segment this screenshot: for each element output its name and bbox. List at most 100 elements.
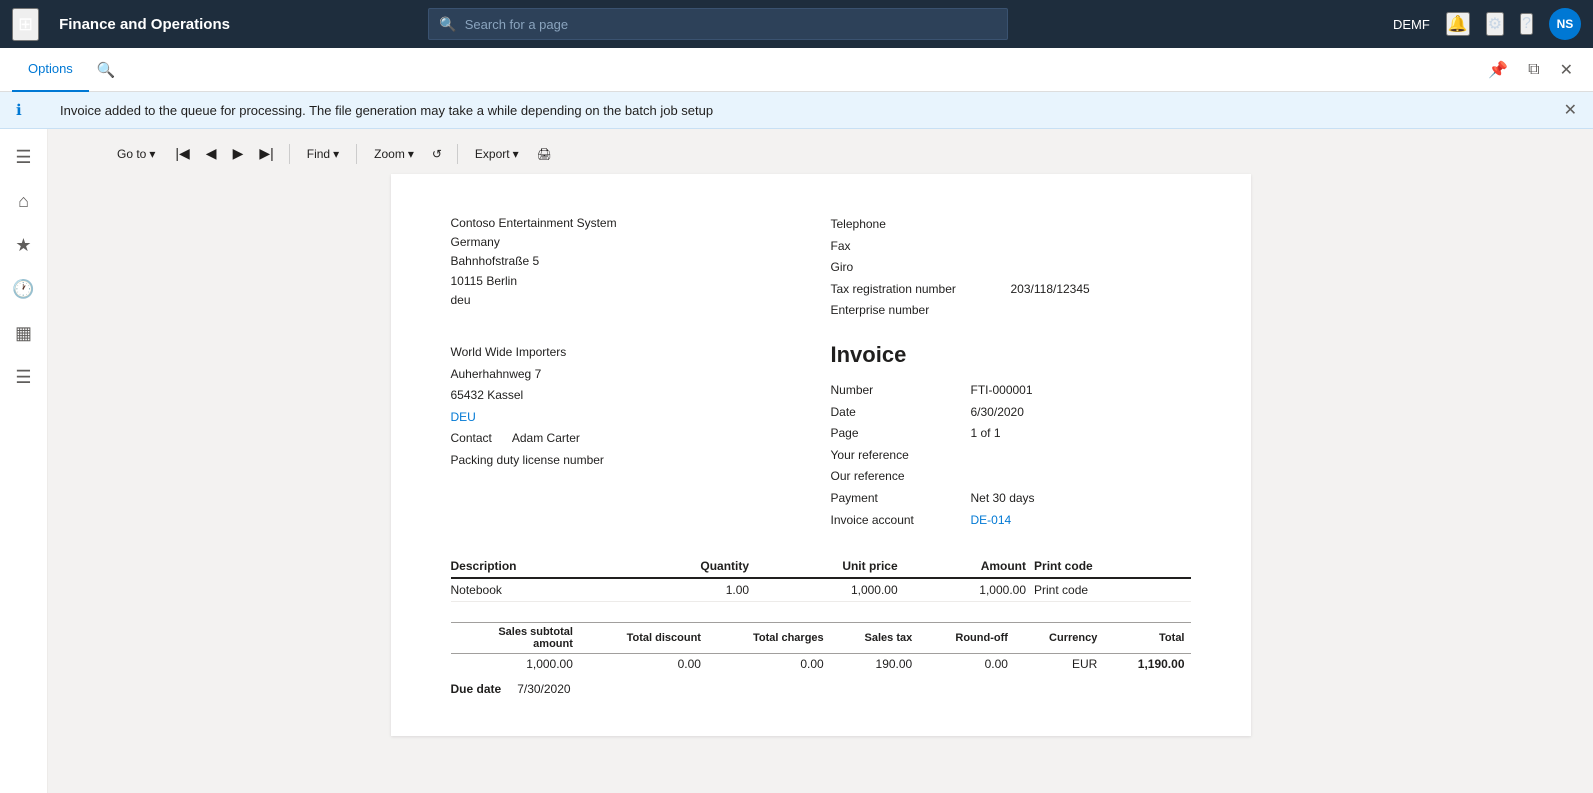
sidebar-modules-icon[interactable]: ☰ [4, 357, 44, 397]
number-value: FTI-000001 [971, 380, 1033, 402]
nav-right: DEMF 🔔 ⚙ ? NS [1393, 8, 1581, 40]
refresh-button[interactable]: ↺ [425, 143, 449, 165]
goto-label: Go to [117, 147, 146, 161]
top-navigation: ⊞ Finance and Operations 🔍 DEMF 🔔 ⚙ ? NS [0, 0, 1593, 48]
col-description: Description [451, 555, 625, 578]
currency-value: EUR [1014, 654, 1103, 675]
invoice-title: Invoice [831, 342, 1191, 368]
discount-value: 0.00 [579, 654, 707, 675]
toolbar-separator-3 [457, 144, 458, 164]
zoom-group: Zoom ▾ ↺ [365, 143, 449, 165]
find-group: Find ▾ [298, 143, 348, 165]
row-unit-price: 1,000.00 [757, 578, 906, 602]
zoom-chevron-icon: ▾ [408, 147, 414, 161]
pin-button[interactable]: 📌 [1480, 56, 1516, 84]
seller-locale: deu [451, 291, 811, 310]
sidebar-favorites-icon[interactable]: ★ [4, 225, 44, 265]
print-button[interactable]: 🖨 [530, 143, 559, 165]
col-unit-price: Unit price [757, 555, 906, 578]
col-print-code: Print code [1034, 555, 1190, 578]
totals-section: Sales subtotal amount Total discount Tot… [451, 622, 1191, 696]
totals-col-discount: Total discount [579, 623, 707, 654]
number-label: Number [831, 380, 971, 402]
col-amount: Amount [906, 555, 1034, 578]
notifications-icon[interactable]: 🔔 [1446, 12, 1470, 36]
banner-close-button[interactable]: ✕ [1564, 100, 1577, 120]
fax-label: Fax [831, 236, 1011, 258]
search-input[interactable] [465, 17, 998, 32]
sidebar-workspaces-icon[interactable]: ▦ [4, 313, 44, 353]
enterprise-label: Enterprise number [831, 300, 1011, 322]
next-page-button[interactable]: ▶ [226, 141, 251, 166]
invoice-title-section: Invoice NumberFTI-000001 Date6/30/2020 P… [831, 342, 1191, 531]
app-grid-icon[interactable]: ⊞ [12, 8, 39, 41]
tax-reg-label: Tax registration number [831, 279, 1011, 301]
invoice-account-label: Invoice account [831, 510, 971, 532]
nav-group: |◀ ◀ ▶ ▶| [168, 141, 280, 166]
row-print-code: Print code [1034, 578, 1190, 602]
amount-header: amount [533, 638, 573, 650]
toolbar-icons: 📌 ⧉ ✕ [1480, 56, 1581, 84]
invoice-table: Description Quantity Unit price Amount P… [451, 555, 1191, 602]
sidebar-home-icon[interactable]: ⌂ [4, 181, 44, 221]
table-row: Notebook 1.00 1,000.00 1,000.00 Print co… [451, 578, 1191, 602]
export-label: Export [475, 147, 510, 161]
sidebar-menu-button[interactable]: ☰ [4, 137, 44, 177]
row-quantity: 1.00 [624, 578, 757, 602]
avatar[interactable]: NS [1549, 8, 1581, 40]
toolbar-separator-1 [289, 144, 290, 164]
contact-label: Contact [451, 428, 492, 450]
customer-section: World Wide Importers Auherhahnweg 7 6543… [451, 342, 1191, 531]
toolbar-separator-2 [356, 144, 357, 164]
find-button[interactable]: Find ▾ [298, 143, 348, 165]
close-button[interactable]: ✕ [1552, 56, 1581, 84]
export-group: Export ▾ 🖨 [466, 143, 559, 165]
last-page-button[interactable]: ▶| [252, 141, 280, 166]
env-label: DEMF [1393, 17, 1430, 32]
totals-col-total: Total [1103, 623, 1190, 654]
round-off-value: 0.00 [918, 654, 1014, 675]
main-layout: ☰ ⌂ ★ 🕐 ▦ ☰ Go to ▾ |◀ ◀ ▶ ▶| [0, 129, 1593, 793]
help-icon[interactable]: ? [1520, 13, 1533, 35]
seller-city: 10115 Berlin [451, 272, 811, 291]
seller-street: Bahnhofstraße 5 [451, 252, 811, 271]
our-ref-label: Our reference [831, 466, 971, 488]
subtotal-value: 1,000.00 [451, 654, 579, 675]
seller-country: Germany [451, 233, 811, 252]
telephone-label: Telephone [831, 214, 1011, 236]
goto-group: Go to ▾ [108, 143, 164, 165]
find-chevron-icon: ▾ [333, 147, 339, 161]
customer-city: 65432 Kassel [451, 385, 811, 407]
tab-options[interactable]: Options [12, 48, 89, 92]
banner-message: Invoice added to the queue for processin… [60, 103, 713, 118]
invoice-meta: NumberFTI-000001 Date6/30/2020 Page1 of … [831, 380, 1191, 531]
first-page-button[interactable]: |◀ [168, 141, 196, 166]
goto-button[interactable]: Go to ▾ [108, 143, 164, 165]
giro-label: Giro [831, 257, 1011, 279]
sidebar-recent-icon[interactable]: 🕐 [4, 269, 44, 309]
search-bar[interactable]: 🔍 [428, 8, 1008, 40]
totals-col-charges: Total charges [707, 623, 830, 654]
prev-page-button[interactable]: ◀ [199, 141, 224, 166]
invoice-document: Contoso Entertainment System Germany Bah… [391, 174, 1251, 736]
due-date-label: Due date [451, 682, 502, 696]
popout-button[interactable]: ⧉ [1520, 57, 1547, 83]
customer-country-code[interactable]: DEU [451, 407, 811, 429]
app-title: Finance and Operations [59, 16, 230, 33]
goto-chevron-icon: ▾ [149, 147, 155, 161]
packing-label: Packing duty license number [451, 450, 811, 472]
row-description: Notebook [451, 578, 625, 602]
export-button[interactable]: Export ▾ [466, 143, 528, 165]
totals-col-currency: Currency [1014, 623, 1103, 654]
report-toolbar: Go to ▾ |◀ ◀ ▶ ▶| Find ▾ Zoom [48, 129, 1593, 174]
sales-subtotal-header: Sales subtotal [498, 626, 573, 638]
totals-col-subtotal-label: Sales subtotal amount [451, 623, 579, 654]
settings-icon[interactable]: ⚙ [1486, 12, 1504, 36]
invoice-account-value[interactable]: DE-014 [971, 510, 1012, 532]
sub-search-icon[interactable]: 🔍 [89, 57, 124, 83]
seller-right-info: Telephone Fax Giro Tax registration numb… [831, 214, 1191, 322]
due-date-row: Due date 7/30/2020 [451, 682, 1191, 696]
payment-value: Net 30 days [971, 488, 1035, 510]
zoom-button[interactable]: Zoom ▾ [365, 143, 423, 165]
sidebar: ☰ ⌂ ★ 🕐 ▦ ☰ [0, 129, 48, 793]
